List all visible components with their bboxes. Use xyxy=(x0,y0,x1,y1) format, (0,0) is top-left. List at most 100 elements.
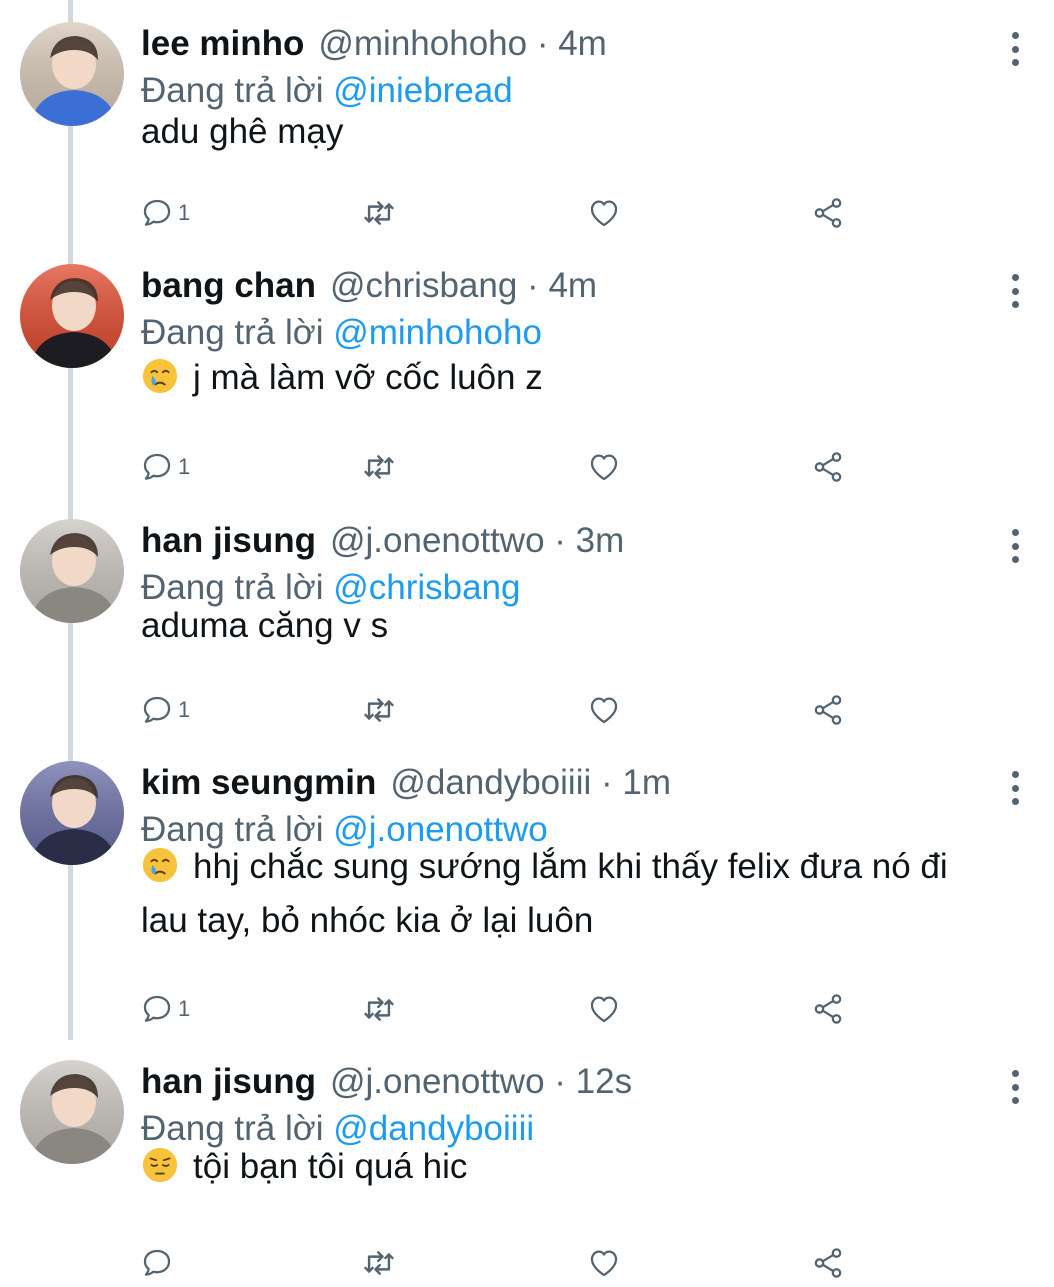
retweet-icon xyxy=(360,693,398,727)
tweet-header: bang chan @chrisbang · 4m xyxy=(141,266,597,312)
user-handle[interactable]: @chrisbang xyxy=(330,266,517,305)
tweet-text-content: aduma căng v s xyxy=(141,606,389,645)
more-icon[interactable] xyxy=(1000,1070,1030,1104)
replying-to: Đang trả lời @minhohoho xyxy=(141,313,542,353)
reply-button[interactable] xyxy=(140,1243,178,1283)
more-icon[interactable] xyxy=(1000,274,1030,308)
more-icon[interactable] xyxy=(1000,32,1030,66)
reply-count: 1 xyxy=(178,996,191,1021)
retweet-icon xyxy=(360,1246,398,1280)
retweet-icon xyxy=(360,450,398,484)
tweet-meta: @chrisbang · 4m xyxy=(330,266,597,306)
share-icon xyxy=(811,196,845,230)
reply-icon xyxy=(140,992,174,1026)
tweet-text: aduma căng v s xyxy=(141,599,1001,653)
display-name[interactable]: bang chan xyxy=(141,266,316,306)
reply-icon xyxy=(140,693,174,727)
replying-to-label: Đang trả lời xyxy=(141,313,324,352)
tweet-actions xyxy=(140,1243,860,1283)
share-icon xyxy=(811,992,845,1026)
avatar[interactable] xyxy=(20,264,124,368)
reply-count: 1 xyxy=(178,697,191,722)
tweet-header: han jisung @j.onenottwo · 12s xyxy=(141,1062,632,1108)
timestamp[interactable]: 4m xyxy=(548,266,597,305)
display-name[interactable]: kim seungmin xyxy=(141,763,376,803)
user-handle[interactable]: @dandyboiiii xyxy=(390,763,591,802)
avatar[interactable] xyxy=(20,1060,124,1164)
avatar[interactable] xyxy=(20,519,124,623)
share-icon xyxy=(811,1246,845,1280)
tweet-actions: 1 xyxy=(140,193,860,233)
retweet-button[interactable] xyxy=(360,193,398,233)
crying-face-emoji xyxy=(142,358,178,394)
like-icon xyxy=(587,450,621,484)
avatar[interactable] xyxy=(20,22,124,126)
crying-face-emoji xyxy=(142,847,178,883)
reply-button[interactable]: 1 xyxy=(140,690,190,730)
replying-to-handle[interactable]: @minhohoho xyxy=(333,313,542,352)
display-name[interactable]: lee minho xyxy=(141,24,304,64)
reply-icon xyxy=(140,196,174,230)
meta-separator: · xyxy=(517,266,549,305)
avatar[interactable] xyxy=(20,761,124,865)
like-icon xyxy=(587,992,621,1026)
tweet-text: hhj chắc sung sướng lắm khi thấy felix đ… xyxy=(141,840,1001,948)
like-button[interactable] xyxy=(587,447,621,487)
reply-button[interactable]: 1 xyxy=(140,989,190,1029)
reply-count: 1 xyxy=(178,200,191,225)
like-button[interactable] xyxy=(587,989,621,1029)
timestamp[interactable]: 3m xyxy=(576,521,625,560)
tweet-meta: @j.onenottwo · 3m xyxy=(330,521,624,561)
share-button[interactable] xyxy=(811,1243,845,1283)
share-icon xyxy=(811,693,845,727)
retweet-icon xyxy=(360,196,398,230)
tweet-text-content: j mà làm vỡ cốc luôn z xyxy=(193,358,543,397)
share-icon xyxy=(811,450,845,484)
reply-icon xyxy=(140,1246,174,1280)
reply-count: 1 xyxy=(178,454,191,479)
meta-separator: · xyxy=(544,1062,576,1101)
reply-button[interactable]: 1 xyxy=(140,193,190,233)
tweet-header: lee minho @minhohoho · 4m xyxy=(141,24,607,70)
retweet-button[interactable] xyxy=(360,1243,398,1283)
retweet-button[interactable] xyxy=(360,989,398,1029)
share-button[interactable] xyxy=(811,193,845,233)
reply-button[interactable]: 1 xyxy=(140,447,190,487)
meta-separator: · xyxy=(544,521,576,560)
tweet-text: j mà làm vỡ cốc luôn z xyxy=(141,351,1001,405)
user-handle[interactable]: @minhohoho xyxy=(318,24,527,63)
user-handle[interactable]: @j.onenottwo xyxy=(330,521,545,560)
like-button[interactable] xyxy=(587,193,621,233)
timestamp[interactable]: 1m xyxy=(622,763,671,802)
tweet-text: tội bạn tôi quá hic xyxy=(141,1140,1001,1194)
share-button[interactable] xyxy=(811,690,845,730)
meta-separator: · xyxy=(591,763,623,802)
pensive-face-emoji xyxy=(142,1147,178,1183)
retweet-button[interactable] xyxy=(360,447,398,487)
like-icon xyxy=(587,1246,621,1280)
share-button[interactable] xyxy=(811,447,845,487)
like-button[interactable] xyxy=(587,690,621,730)
tweet-meta: @dandyboiiii · 1m xyxy=(390,763,671,803)
more-icon[interactable] xyxy=(1000,529,1030,563)
tweet-actions: 1 xyxy=(140,989,860,1029)
tweet-actions: 1 xyxy=(140,690,860,730)
like-button[interactable] xyxy=(587,1243,621,1283)
tweet-text-content: adu ghê mạy xyxy=(141,112,344,151)
timestamp[interactable]: 12s xyxy=(576,1062,632,1101)
tweet-text: adu ghê mạy xyxy=(141,105,1001,159)
timestamp[interactable]: 4m xyxy=(558,24,607,63)
meta-separator: · xyxy=(527,24,559,63)
display-name[interactable]: han jisung xyxy=(141,521,316,561)
retweet-icon xyxy=(360,992,398,1026)
tweet-header: kim seungmin @dandyboiiii · 1m xyxy=(141,763,671,809)
reply-icon xyxy=(140,450,174,484)
tweet-meta: @j.onenottwo · 12s xyxy=(330,1062,632,1102)
tweet-meta: @minhohoho · 4m xyxy=(318,24,606,64)
display-name[interactable]: han jisung xyxy=(141,1062,316,1102)
retweet-button[interactable] xyxy=(360,690,398,730)
more-icon[interactable] xyxy=(1000,771,1030,805)
share-button[interactable] xyxy=(811,989,845,1029)
tweet-text-content: tội bạn tôi quá hic xyxy=(193,1147,468,1186)
user-handle[interactable]: @j.onenottwo xyxy=(330,1062,545,1101)
